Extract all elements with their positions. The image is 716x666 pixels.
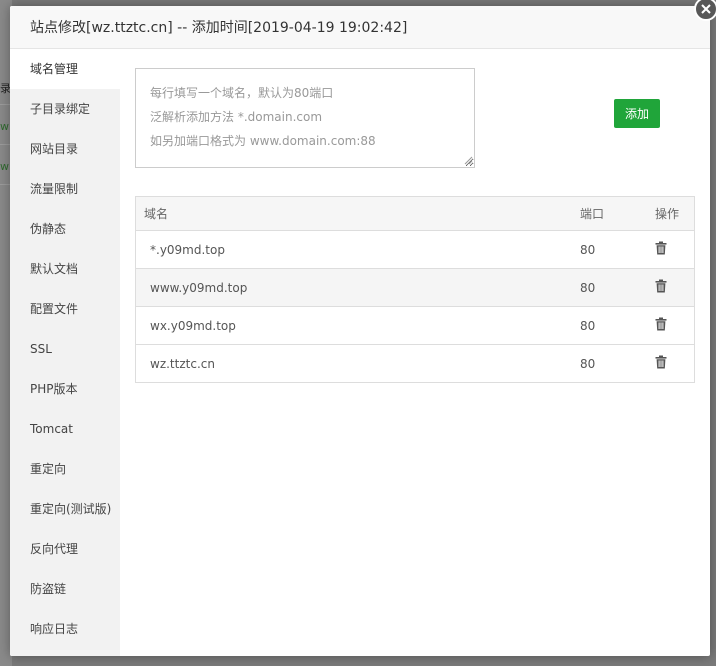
column-header-domain: 域名 xyxy=(135,196,580,231)
close-icon xyxy=(701,4,711,14)
sidebar-item-response-log[interactable]: 响应日志 xyxy=(10,609,120,649)
column-header-port: 端口 xyxy=(580,196,650,231)
sidebar-item-traffic-limit[interactable]: 流量限制 xyxy=(10,169,120,209)
sidebar-item-ssl[interactable]: SSL xyxy=(10,329,120,369)
close-dialog-button[interactable] xyxy=(694,0,716,21)
sidebar-item-php-version[interactable]: PHP版本 xyxy=(10,369,120,409)
sidebar-item-default-document[interactable]: 默认文档 xyxy=(10,249,120,289)
port-cell: 80 xyxy=(580,230,650,269)
dialog-title: 站点修改[wz.ttztc.cn] -- 添加时间[2019-04-19 19:… xyxy=(30,20,408,36)
dialog-header: 站点修改[wz.ttztc.cn] -- 添加时间[2019-04-19 19:… xyxy=(10,6,710,49)
trash-icon[interactable] xyxy=(655,279,667,293)
action-cell xyxy=(650,306,695,345)
action-cell xyxy=(650,268,695,307)
column-header-action: 操作 xyxy=(650,196,695,231)
domain-cell: wx.y09md.top xyxy=(135,306,580,345)
trash-icon[interactable] xyxy=(655,317,667,331)
table-header-row: 域名 端口 操作 xyxy=(135,196,695,231)
resize-grip-icon[interactable] xyxy=(464,156,473,165)
port-cell: 80 xyxy=(580,344,650,383)
add-domain-button[interactable]: 添加 xyxy=(614,99,660,128)
trash-icon[interactable] xyxy=(655,355,667,369)
sidebar-item-config-file[interactable]: 配置文件 xyxy=(10,289,120,329)
table-row: wz.ttztc.cn 80 xyxy=(135,344,695,383)
sidebar-item-hotlink-protection[interactable]: 防盗链 xyxy=(10,569,120,609)
port-cell: 80 xyxy=(580,268,650,307)
domain-cell: wz.ttztc.cn xyxy=(135,344,580,383)
domain-table: 域名 端口 操作 *.y09md.top 80 www.y09md.top 80… xyxy=(135,196,695,383)
sidebar-item-redirect-beta[interactable]: 重定向(测试版) xyxy=(10,489,120,529)
domain-cell: www.y09md.top xyxy=(135,268,580,307)
sidebar-item-rewrite[interactable]: 伪静态 xyxy=(10,209,120,249)
sidebar-item-site-directory[interactable]: 网站目录 xyxy=(10,129,120,169)
sidebar-item-domain-management[interactable]: 域名管理 xyxy=(10,49,120,89)
domain-input[interactable] xyxy=(135,68,475,168)
sidebar-item-tomcat[interactable]: Tomcat xyxy=(10,409,120,449)
table-row: wx.y09md.top 80 xyxy=(135,306,695,345)
sidebar-item-redirect[interactable]: 重定向 xyxy=(10,449,120,489)
action-cell xyxy=(650,344,695,383)
table-row: www.y09md.top 80 xyxy=(135,268,695,307)
domain-cell: *.y09md.top xyxy=(135,230,580,269)
action-cell xyxy=(650,230,695,269)
settings-sidebar: 域名管理 子目录绑定 网站目录 流量限制 伪静态 默认文档 配置文件 SSL P… xyxy=(10,49,120,656)
sidebar-item-reverse-proxy[interactable]: 反向代理 xyxy=(10,529,120,569)
site-settings-dialog: 站点修改[wz.ttztc.cn] -- 添加时间[2019-04-19 19:… xyxy=(10,6,710,656)
table-row: *.y09md.top 80 xyxy=(135,230,695,269)
sidebar-item-subdirectory-binding[interactable]: 子目录绑定 xyxy=(10,89,120,129)
port-cell: 80 xyxy=(580,306,650,345)
trash-icon[interactable] xyxy=(655,241,667,255)
